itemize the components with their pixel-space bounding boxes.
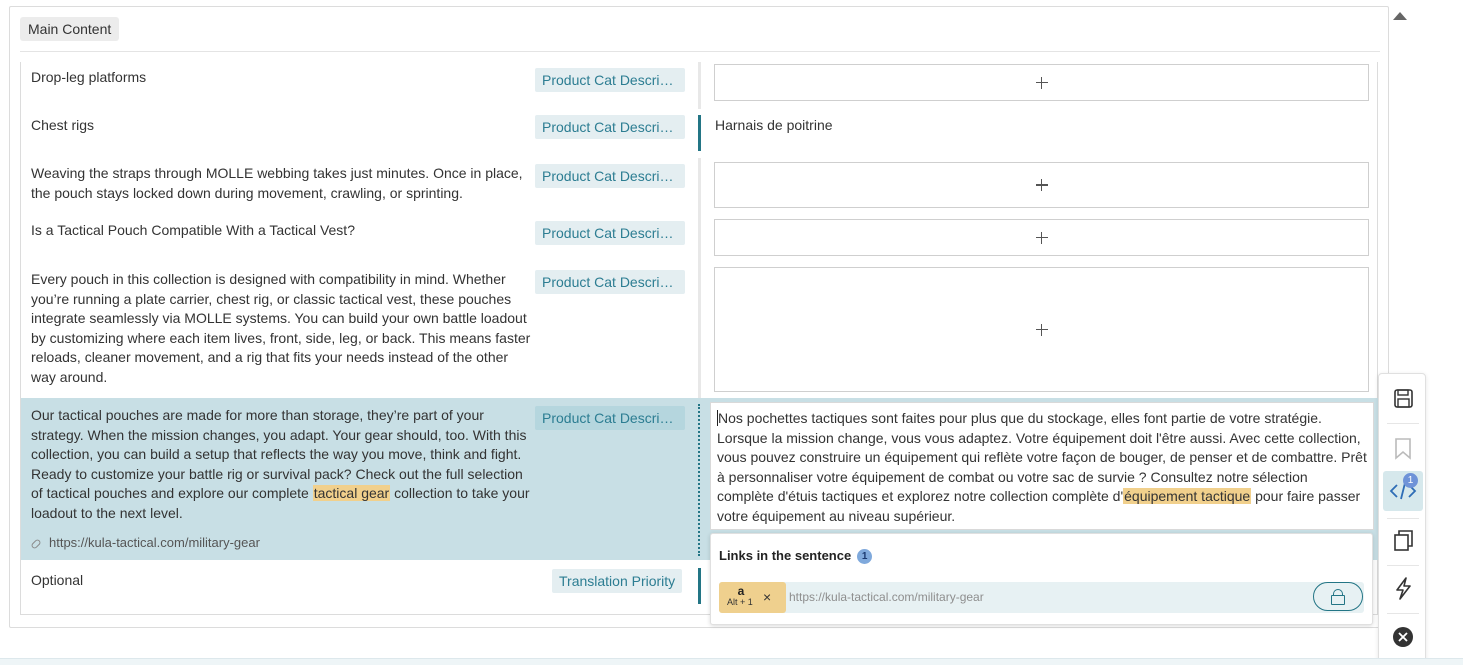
links-panel-title: Links in the sentence 1 bbox=[719, 548, 873, 564]
lock-link-button[interactable] bbox=[1313, 582, 1363, 611]
chip-shortcut: Alt + 1 bbox=[727, 597, 753, 607]
plus-icon bbox=[1035, 323, 1048, 336]
link-tag-chip[interactable]: a Alt + 1 × bbox=[719, 582, 786, 613]
header-divider bbox=[20, 51, 1380, 52]
chip-letter: a bbox=[737, 584, 745, 598]
link-url-field[interactable]: https://kula-tactical.com/military-gear bbox=[789, 590, 984, 604]
remove-link-icon[interactable]: × bbox=[763, 588, 771, 606]
segment-row[interactable]: Chest rigs Product Cat Descrip... Harnai… bbox=[21, 109, 1378, 158]
segment-row[interactable]: Every pouch in this collection is design… bbox=[21, 263, 1378, 398]
target-empty-field[interactable] bbox=[714, 162, 1369, 208]
scroll-up-arrow-icon[interactable] bbox=[1393, 12, 1407, 20]
link-icon bbox=[30, 537, 42, 550]
footer-strip bbox=[0, 658, 1463, 665]
status-bar bbox=[698, 263, 701, 398]
source-text: Our tactical pouches are made for more t… bbox=[31, 407, 530, 521]
target-link-highlight[interactable]: équipement tactique bbox=[1123, 488, 1252, 504]
priority-badge: Translation Priority bbox=[552, 569, 683, 593]
side-toolbar: 1 bbox=[1378, 373, 1426, 662]
target-empty-field[interactable] bbox=[714, 267, 1369, 392]
link-row: a Alt + 1 × https://kula-tactical.com/mi… bbox=[719, 582, 1364, 613]
source-text: Weaving the straps through MOLLE webbing… bbox=[31, 165, 523, 201]
target-empty-field[interactable] bbox=[714, 64, 1369, 101]
source-text: Drop-leg platforms bbox=[31, 69, 147, 85]
context-badge: Product Cat Descrip... bbox=[535, 115, 685, 139]
links-count-badge: 1 bbox=[857, 549, 873, 564]
status-bar bbox=[698, 404, 700, 556]
target-text[interactable]: Harnais de poitrine bbox=[715, 117, 833, 133]
source-link-url: https://kula-tactical.com/military-gear bbox=[30, 535, 260, 550]
lightning-icon bbox=[1396, 577, 1411, 600]
status-bar bbox=[698, 115, 701, 151]
context-badge: Product Cat Descrip... bbox=[535, 270, 685, 294]
status-bar bbox=[698, 568, 701, 604]
source-text: Chest rigs bbox=[31, 117, 95, 133]
status-bar bbox=[698, 158, 701, 215]
section-tag: Main Content bbox=[20, 17, 120, 41]
machine-translate-button[interactable] bbox=[1383, 568, 1423, 608]
status-bar bbox=[698, 62, 701, 109]
source-link-highlight[interactable]: tactical gear bbox=[312, 485, 391, 501]
plus-icon bbox=[1035, 179, 1048, 191]
copy-icon bbox=[1394, 530, 1413, 551]
context-badge: Product Cat Descrip... bbox=[535, 221, 685, 245]
links-count-badge: 1 bbox=[1403, 473, 1418, 488]
copy-source-button[interactable] bbox=[1383, 520, 1423, 560]
segment-row[interactable]: Weaving the straps through MOLLE webbing… bbox=[21, 158, 1378, 215]
target-editor[interactable]: Nos pochettes tactiques sont faites pour… bbox=[710, 402, 1374, 530]
status-bar bbox=[698, 215, 701, 263]
context-badge: Product Cat Descrip... bbox=[535, 68, 685, 92]
plus-icon bbox=[1035, 231, 1048, 244]
source-text: Is a Tactical Pouch Compatible With a Ta… bbox=[31, 222, 355, 238]
close-button[interactable] bbox=[1383, 617, 1423, 657]
bookmark-button[interactable] bbox=[1383, 428, 1423, 468]
code-tags-button[interactable]: 1 bbox=[1383, 471, 1423, 511]
links-panel: Links in the sentence 1 a Alt + 1 × https… bbox=[710, 533, 1373, 625]
segment-row[interactable]: Drop-leg platforms Product Cat Descrip..… bbox=[21, 62, 1378, 109]
close-circle-icon bbox=[1393, 627, 1413, 647]
context-badge: Product Cat Descrip... bbox=[535, 164, 685, 188]
target-empty-field[interactable] bbox=[714, 219, 1369, 256]
plus-icon bbox=[1035, 76, 1048, 89]
bookmark-icon bbox=[1395, 438, 1411, 460]
source-text: Optional bbox=[31, 572, 84, 588]
segment-row[interactable]: Is a Tactical Pouch Compatible With a Ta… bbox=[21, 215, 1378, 263]
context-badge: Product Cat Descrip... bbox=[535, 406, 685, 430]
source-text: Every pouch in this collection is design… bbox=[31, 271, 531, 385]
save-button[interactable] bbox=[1383, 378, 1423, 418]
save-icon bbox=[1394, 389, 1413, 408]
